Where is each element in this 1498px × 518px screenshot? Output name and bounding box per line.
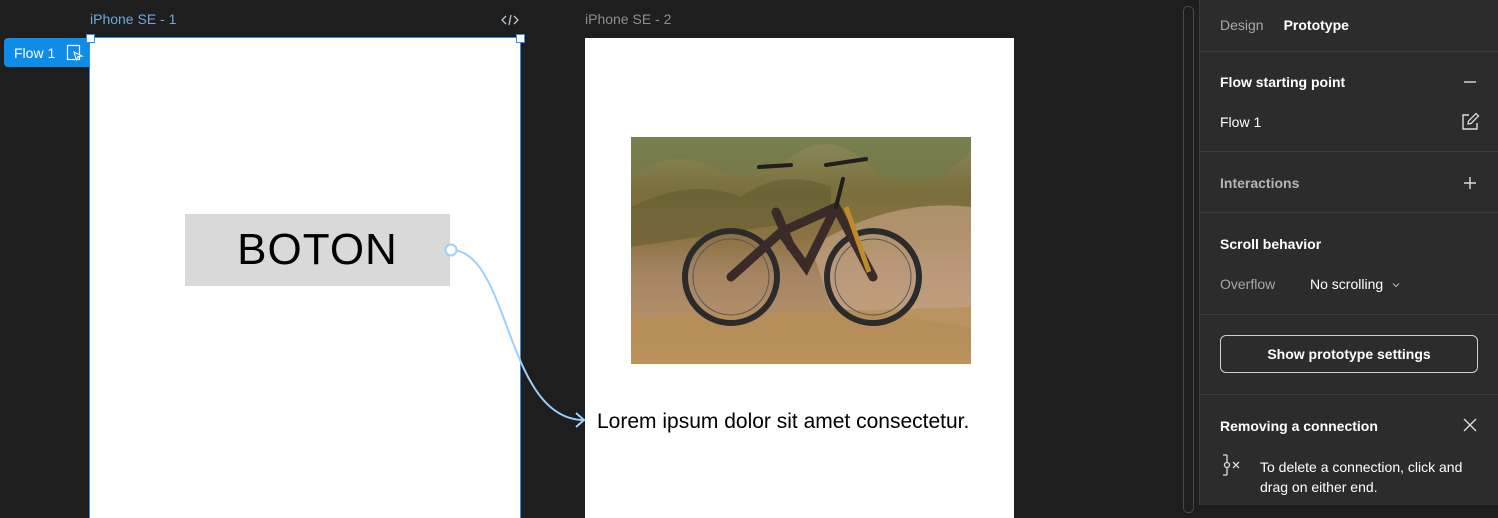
removing-heading: Removing a connection	[1220, 418, 1378, 434]
chevron-down-icon	[1391, 277, 1401, 293]
connection-arrow	[575, 412, 586, 428]
removing-connection-section: Removing a connection To delete a connec…	[1200, 394, 1498, 506]
disconnect-icon	[1220, 453, 1244, 482]
boton-button[interactable]: BOTON	[185, 214, 450, 286]
plus-icon[interactable]	[1462, 175, 1478, 196]
edit-icon[interactable]	[1460, 112, 1480, 137]
right-panel: Design Prototype Flow starting point Flo…	[1199, 0, 1498, 505]
flow-tag-label: Flow 1	[14, 44, 56, 61]
removing-text: To delete a connection, click and drag o…	[1260, 459, 1463, 495]
resize-handle[interactable]	[86, 34, 95, 43]
bike-image	[631, 137, 971, 364]
frame-iphone-se-1[interactable]: BOTON	[89, 37, 521, 518]
scroll-heading: Scroll behavior	[1220, 236, 1322, 252]
canvas-scrollbar[interactable]	[1183, 6, 1194, 513]
code-icon[interactable]	[500, 12, 520, 28]
tab-prototype[interactable]: Prototype	[1284, 17, 1349, 33]
flow-heading: Flow starting point	[1220, 74, 1346, 90]
prototype-settings-section: Show prototype settings	[1200, 314, 1498, 395]
lorem-text[interactable]: Lorem ipsum dolor sit amet consectetur.	[597, 410, 969, 434]
tab-design[interactable]: Design	[1220, 17, 1264, 33]
interactions-heading: Interactions	[1220, 175, 1300, 191]
flow-starting-tag[interactable]: Flow 1	[4, 38, 90, 67]
show-prototype-settings-button[interactable]: Show prototype settings	[1220, 335, 1478, 373]
frame-iphone-se-2[interactable]: Lorem ipsum dolor sit amet consectetur.	[585, 38, 1014, 518]
flow-section: Flow starting point Flow 1	[1200, 51, 1498, 152]
play-frame-icon	[66, 44, 84, 67]
interactions-section: Interactions	[1200, 151, 1498, 213]
close-icon[interactable]	[1462, 417, 1478, 438]
frame-label-iphone-se-2[interactable]: iPhone SE - 2	[585, 11, 671, 27]
overflow-select[interactable]: No scrolling	[1310, 276, 1401, 293]
flow-name[interactable]: Flow 1	[1220, 114, 1261, 130]
minus-icon[interactable]	[1462, 74, 1478, 95]
overflow-value: No scrolling	[1310, 276, 1384, 292]
panel-tabs: Design Prototype	[1220, 17, 1349, 33]
scroll-section: Scroll behavior Overflow No scrolling	[1200, 212, 1498, 315]
canvas[interactable]: iPhone SE - 1 iPhone SE - 2 Flow 1 BOTON	[0, 0, 1194, 518]
overflow-label: Overflow	[1220, 276, 1276, 292]
resize-handle[interactable]	[516, 34, 525, 43]
frame-label-iphone-se-1[interactable]: iPhone SE - 1	[90, 11, 176, 27]
